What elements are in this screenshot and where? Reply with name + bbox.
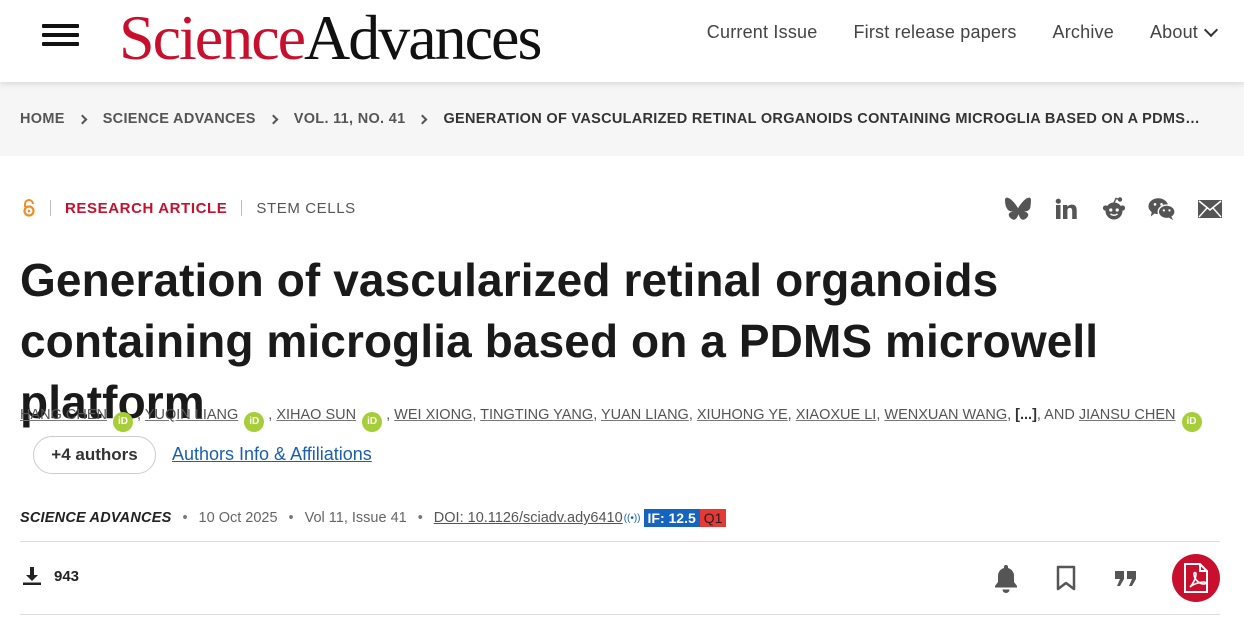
- author-link[interactable]: XIHAO SUN: [276, 407, 356, 423]
- breadcrumb-issue[interactable]: VOL. 11, NO. 41: [294, 111, 406, 127]
- orcid-icon[interactable]: iD: [244, 412, 265, 432]
- chevron-right-icon: [417, 114, 428, 124]
- author-link[interactable]: HANG CHEN: [20, 407, 107, 423]
- divider: [20, 541, 1220, 542]
- author-link[interactable]: WEI XIONG: [394, 407, 472, 423]
- breadcrumb-current: GENERATION OF VASCULARIZED RETINAL ORGAN…: [443, 111, 1201, 127]
- share-bar: [1004, 194, 1224, 224]
- author-list: HANG CHEN iD, YUQIN LIANG iD, XIHAO SUN iD,…: [20, 404, 1230, 432]
- doi-link[interactable]: DOI: 10.1126/sciadv.ady6410: [434, 510, 623, 526]
- affiliations-link[interactable]: Authors Info & Affiliations: [172, 444, 372, 465]
- author-link[interactable]: XIAOXUE LI: [796, 407, 877, 423]
- authors-and: , AND: [1036, 407, 1075, 423]
- bookmark-icon[interactable]: [1052, 563, 1080, 593]
- nav-about[interactable]: About: [1150, 22, 1219, 43]
- breadcrumb: HOME SCIENCE ADVANCES VOL. 11, NO. 41 GE…: [20, 111, 1200, 127]
- bluesky-icon[interactable]: [1004, 194, 1032, 224]
- nav-first-release[interactable]: First release papers: [853, 22, 1016, 43]
- nav-current-issue[interactable]: Current Issue: [707, 22, 818, 43]
- author-link[interactable]: YUQIN LIANG: [145, 407, 238, 423]
- separator-dot: •: [417, 510, 423, 526]
- breadcrumb-journal[interactable]: SCIENCE ADVANCES: [103, 111, 256, 127]
- article-meta: RESEARCH ARTICLE STEM CELLS: [20, 199, 356, 217]
- article-type: RESEARCH ARTICLE: [65, 199, 228, 217]
- open-access-icon: [22, 199, 36, 217]
- linkedin-icon[interactable]: [1052, 194, 1080, 224]
- volume-issue[interactable]: Vol 11, Issue 41: [305, 510, 407, 526]
- article-subject[interactable]: STEM CELLS: [256, 200, 355, 217]
- journal-name: SCIENCE ADVANCES: [20, 510, 172, 526]
- author-link[interactable]: TINGTING YANG: [480, 407, 593, 423]
- orcid-icon[interactable]: iD: [1181, 412, 1202, 432]
- reddit-icon[interactable]: [1100, 194, 1128, 224]
- chevron-right-icon: [268, 114, 279, 124]
- chevron-right-icon: [77, 114, 88, 124]
- site-header: ScienceAdvances Current Issue First rele…: [0, 0, 1244, 82]
- article-actions: [992, 554, 1220, 602]
- orcid-icon[interactable]: iD: [113, 412, 134, 432]
- author-link[interactable]: YUAN LIANG: [601, 407, 689, 423]
- author-link[interactable]: JIANSU CHEN: [1079, 407, 1176, 423]
- downloads-count: 943: [22, 566, 79, 586]
- pdf-icon[interactable]: [1172, 554, 1220, 602]
- email-icon[interactable]: [1196, 194, 1224, 224]
- separator-dot: •: [288, 510, 294, 526]
- wechat-icon[interactable]: [1148, 194, 1176, 224]
- bell-icon[interactable]: [992, 563, 1020, 593]
- nav-archive[interactable]: Archive: [1053, 22, 1114, 43]
- breadcrumb-home[interactable]: HOME: [20, 111, 65, 127]
- author-link[interactable]: WENXUAN WANG: [884, 407, 1007, 423]
- quote-icon[interactable]: [1112, 563, 1140, 593]
- impact-factor-badge: IF: 12.5: [643, 509, 700, 527]
- main-nav: Current Issue First release papers Archi…: [707, 22, 1219, 43]
- divider: [20, 614, 1220, 615]
- orcid-icon[interactable]: iD: [362, 412, 383, 432]
- signal-icon: ((•)): [623, 512, 641, 524]
- more-authors-button[interactable]: +4 authors: [33, 436, 156, 474]
- pub-date: 10 Oct 2025: [198, 510, 278, 526]
- divider: [50, 200, 51, 216]
- separator-dot: •: [182, 510, 188, 526]
- download-icon: [23, 567, 41, 585]
- downloads-value: 943: [54, 567, 80, 585]
- authors-ellipsis[interactable]: [...]: [1015, 407, 1037, 423]
- quartile-badge: Q1: [699, 509, 727, 527]
- menu-icon[interactable]: [42, 22, 80, 48]
- author-link[interactable]: XIUHONG YE: [697, 407, 788, 423]
- site-logo[interactable]: ScienceAdvances: [119, 2, 542, 74]
- publication-info: SCIENCE ADVANCES • 10 Oct 2025 • Vol 11,…: [20, 509, 727, 527]
- divider: [241, 200, 243, 216]
- chevron-down-icon: [1203, 22, 1219, 38]
